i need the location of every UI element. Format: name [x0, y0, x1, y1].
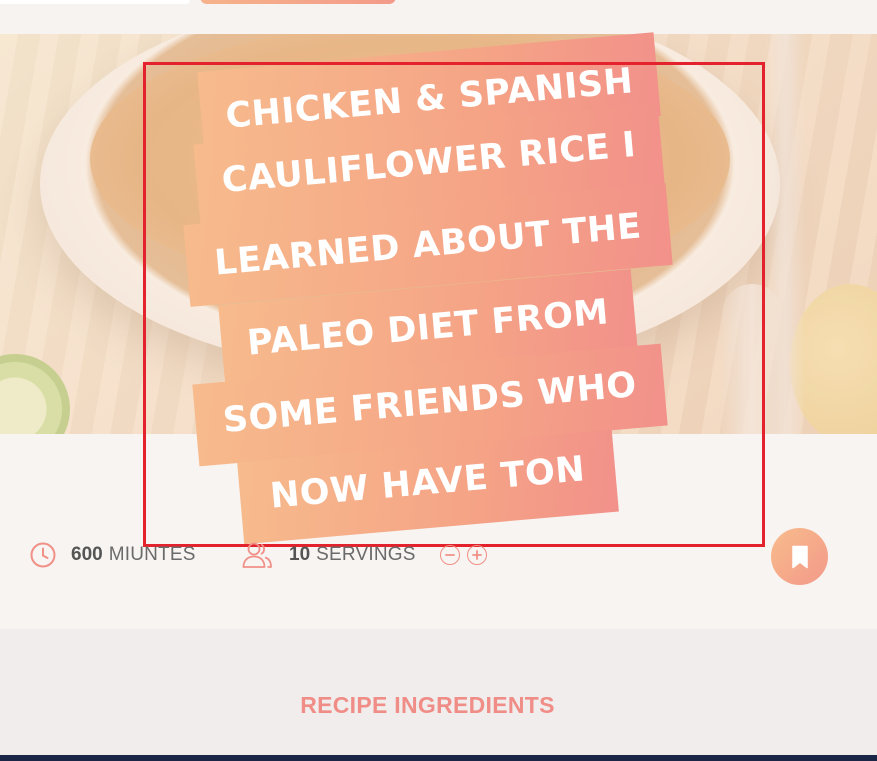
cook-time-value: 600: [71, 544, 103, 565]
servings-value: 10: [289, 544, 311, 565]
cook-time-unit: MIUNTES: [108, 544, 196, 565]
users-icon: [241, 540, 273, 570]
servings: 10 SERVINGS: [241, 539, 416, 571]
clock-icon: [29, 541, 57, 569]
top-strip: [0, 0, 877, 34]
plus-circle-icon: [472, 550, 482, 560]
header-action-button[interactable]: [200, 0, 396, 4]
search-bar[interactable]: [0, 0, 190, 4]
bookmark-button[interactable]: [771, 528, 828, 585]
increase-servings-button[interactable]: [467, 545, 487, 565]
footer-bar: [0, 755, 877, 761]
bookmark-icon: [791, 545, 808, 568]
servings-unit: SERVINGS: [316, 544, 416, 565]
minus-circle-icon: [445, 554, 455, 556]
decrease-servings-button[interactable]: [440, 545, 460, 565]
cook-time: 600 MIUNTES: [29, 539, 196, 571]
ingredients-title: RECIPE INGREDIENTS: [300, 692, 555, 718]
